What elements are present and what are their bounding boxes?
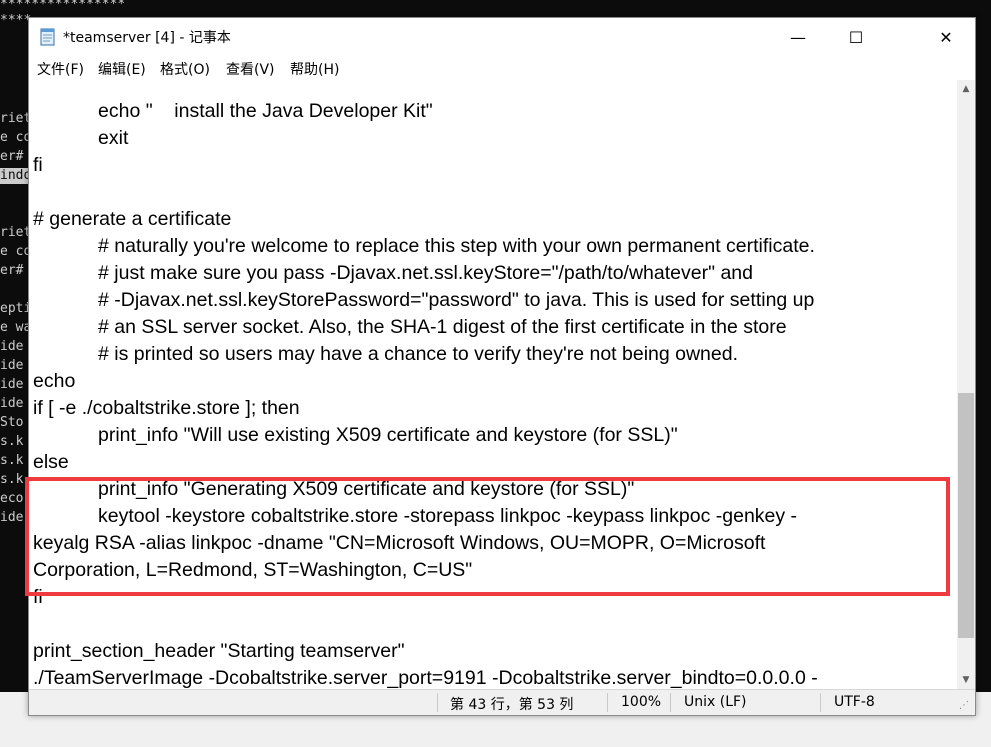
cursor-position: 第 43 行，第 53 列 bbox=[450, 697, 574, 713]
menu-view[interactable]: 查看(V) bbox=[226, 59, 275, 79]
terminal-line: eco bbox=[0, 491, 24, 506]
maximize-button[interactable]: ☐ bbox=[827, 18, 885, 56]
status-separator bbox=[670, 693, 671, 712]
text-line: # -Djavax.net.ssl.keyStorePassword="pass… bbox=[33, 289, 815, 311]
terminal-line: epti bbox=[0, 301, 32, 316]
scrollbar-thumb[interactable] bbox=[958, 393, 974, 638]
text-line: exit bbox=[33, 127, 129, 149]
text-line: # naturally you're welcome to replace th… bbox=[33, 235, 815, 257]
terminal-line: Sto bbox=[0, 415, 24, 430]
encoding: UTF-8 bbox=[834, 694, 875, 710]
text-line: else bbox=[33, 451, 69, 473]
terminal-line: indo bbox=[0, 168, 32, 184]
text-line: Corporation, L=Redmond, ST=Washington, C… bbox=[33, 559, 473, 581]
menu-file[interactable]: 文件(F) bbox=[37, 59, 84, 79]
terminal-line: e wa bbox=[0, 320, 32, 335]
terminal-line: ide bbox=[0, 339, 24, 354]
text-line: if [ -e ./cobaltstrike.store ]; then bbox=[33, 397, 300, 419]
status-separator bbox=[437, 693, 438, 712]
terminal-line: riet bbox=[0, 111, 32, 126]
terminal-line: ide bbox=[0, 510, 24, 525]
text-line: # is printed so users may have a chance … bbox=[33, 343, 739, 365]
window-title: *teamserver [4] - 记事本 bbox=[63, 30, 231, 46]
terminal-line: **** bbox=[0, 13, 32, 28]
line-ending: Unix (LF) bbox=[684, 694, 747, 710]
close-icon: ✕ bbox=[939, 27, 953, 47]
terminal-line: ide bbox=[0, 377, 24, 392]
close-button[interactable]: ✕ bbox=[917, 18, 975, 56]
menu-bar: 文件(F) 编辑(E) 格式(O) 查看(V) 帮助(H) bbox=[29, 56, 975, 80]
terminal-line: e co bbox=[0, 130, 32, 145]
terminal-line: ide bbox=[0, 396, 24, 411]
resize-grip-icon[interactable]: ⋰ bbox=[959, 700, 969, 711]
text-line: # just make sure you pass -Djavax.net.ss… bbox=[33, 262, 753, 284]
menu-help[interactable]: 帮助(H) bbox=[290, 59, 339, 79]
text-line: ./TeamServerImage -Dcobaltstrike.server_… bbox=[33, 667, 818, 689]
terminal-line: er# bbox=[0, 149, 24, 164]
status-separator bbox=[820, 693, 821, 712]
status-bar: 第 43 行，第 53 列 100% Unix (LF) UTF-8 ⋰ bbox=[29, 689, 975, 715]
terminal-line: s.k bbox=[0, 472, 24, 487]
text-line: print_section_header "Starting teamserve… bbox=[33, 640, 405, 662]
text-line: keytool -keystore cobaltstrike.store -st… bbox=[33, 505, 798, 527]
terminal-line: er# bbox=[0, 263, 24, 278]
scroll-up-arrow-icon[interactable]: ▲ bbox=[957, 80, 975, 98]
terminal-line: s.k bbox=[0, 434, 24, 449]
text-line: # generate a certificate bbox=[33, 208, 232, 230]
zoom-level: 100% bbox=[621, 694, 662, 710]
maximize-icon: ☐ bbox=[848, 27, 864, 47]
menu-edit[interactable]: 编辑(E) bbox=[98, 59, 146, 79]
text-line: print_info "Will use existing X509 certi… bbox=[33, 424, 678, 446]
minimize-button[interactable]: — bbox=[769, 18, 827, 56]
scroll-down-arrow-icon[interactable]: ▼ bbox=[957, 671, 975, 689]
text-line: # an SSL server socket. Also, the SHA-1 … bbox=[33, 316, 787, 338]
text-line: echo " install the Java Developer Kit" bbox=[33, 100, 433, 122]
text-line: echo bbox=[33, 370, 76, 392]
text-line: fi bbox=[33, 586, 43, 608]
title-bar[interactable]: *teamserver [4] - 记事本 — ☐ ✕ bbox=[29, 18, 975, 56]
terminal-line: e co bbox=[0, 244, 32, 259]
minimize-icon: — bbox=[790, 27, 806, 47]
text-line: fi bbox=[33, 154, 43, 176]
terminal-line: s.k bbox=[0, 453, 24, 468]
text-line: print_info "Generating X509 certificate … bbox=[33, 478, 635, 500]
text-line: keyalg RSA -alias linkpoc -dname "CN=Mic… bbox=[33, 532, 766, 554]
status-separator bbox=[607, 693, 608, 712]
vertical-scrollbar[interactable]: ▲ ▼ bbox=[957, 80, 975, 689]
terminal-line: ide bbox=[0, 358, 24, 373]
terminal-line: riet bbox=[0, 225, 32, 240]
text-editor[interactable]: echo " install the Java Developer Kit" e… bbox=[29, 80, 957, 689]
terminal-line: **************** bbox=[0, 0, 126, 12]
notepad-window: *teamserver [4] - 记事本 — ☐ ✕ 文件(F) 编辑(E) 格式… bbox=[28, 17, 976, 716]
menu-format[interactable]: 格式(O) bbox=[160, 59, 210, 79]
notepad-app-icon bbox=[40, 28, 55, 46]
